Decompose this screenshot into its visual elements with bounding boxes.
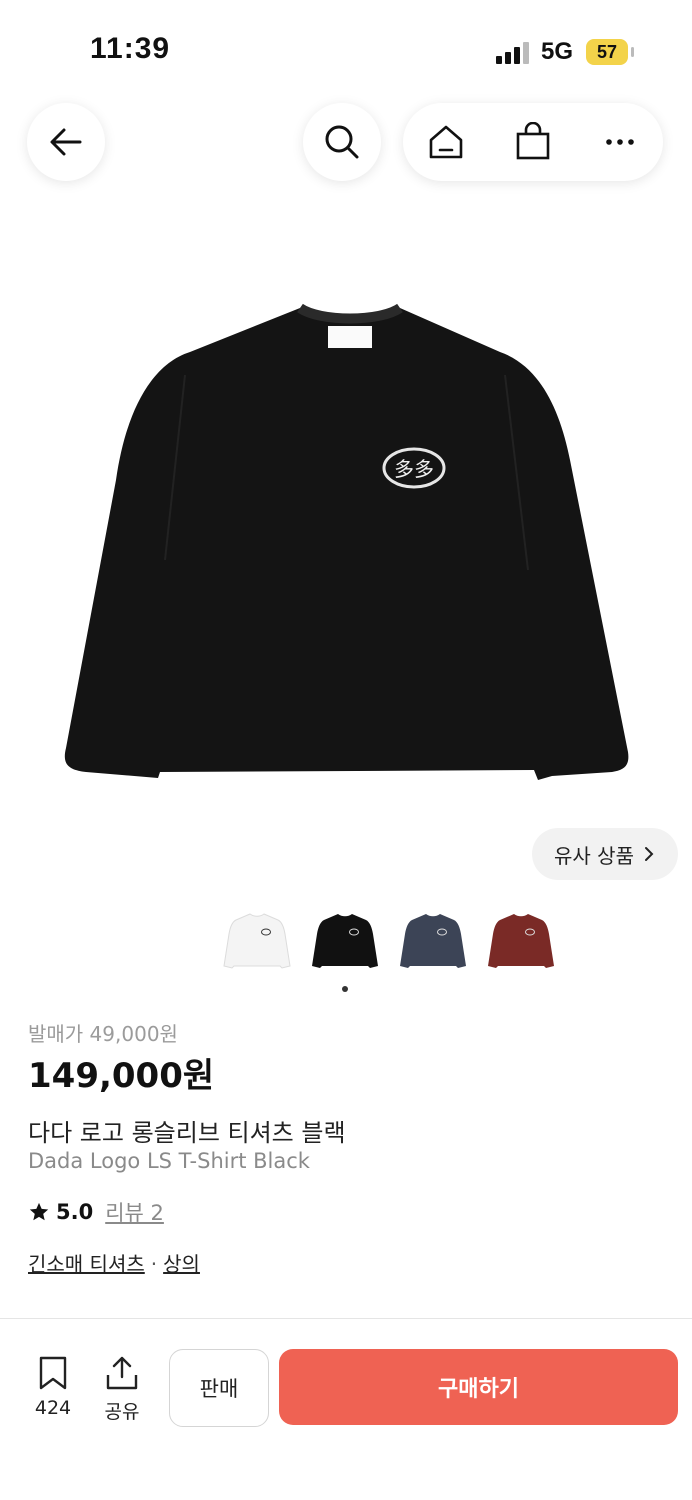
nav-button-group [403,103,663,181]
divider [0,1318,692,1319]
category-link-long-sleeve[interactable]: 긴소매 티셔츠 [28,1252,145,1276]
variant-thumbnails [220,905,558,975]
shirt-thumbnail-icon [488,914,554,968]
similar-products-button[interactable]: 유사 상품 [532,828,678,880]
search-button[interactable] [303,103,381,181]
similar-products-label: 유사 상품 [554,843,634,868]
status-time: 11:39 [90,32,171,65]
back-button[interactable] [27,103,105,181]
home-button[interactable] [416,112,476,172]
buy-button[interactable]: 구매하기 [279,1349,678,1425]
category-link-tops[interactable]: 상의 [163,1252,200,1276]
chevron-right-icon [644,847,654,861]
product-image[interactable]: 多多 [0,240,692,840]
rating-score: 5.0 [56,1200,94,1224]
variant-thumbnail[interactable] [484,905,558,975]
sell-button[interactable]: 판매 [169,1349,269,1427]
carousel-indicator [342,986,348,992]
category-breadcrumb: 긴소매 티셔츠 · 상의 [28,1248,200,1277]
shirt-thumbnail-icon [312,914,378,968]
bookmark-count: 424 [34,1397,72,1419]
price: 149,000원 [28,1056,215,1096]
rating-row: 5.0 리뷰 2 [28,1197,164,1227]
variant-thumbnail[interactable] [220,905,294,975]
release-price: 발매가 49,000원 [28,1022,178,1046]
reviews-link[interactable]: 리뷰 2 [105,1197,164,1227]
product-name-korean: 다다 로고 롱슬리브 티셔츠 블랙 [28,1119,346,1147]
more-icon [605,139,634,145]
share-button[interactable]: 공유 [94,1355,150,1424]
logo-text: 多多 [394,457,434,481]
shopping-bag-icon [516,122,550,160]
search-icon [325,125,359,159]
shirt-thumbnail-icon [400,914,466,968]
bag-button[interactable] [503,112,563,172]
home-icon [430,125,463,159]
status-bar: 11:39 5G 57 [0,0,692,100]
shirt-thumbnail-icon [223,913,291,969]
signal-icon [496,42,529,64]
variant-thumbnail[interactable] [396,905,470,975]
bookmark-icon [39,1356,67,1390]
more-button[interactable] [590,112,650,172]
battery-tip [631,47,634,57]
variant-thumbnail[interactable] [308,905,382,975]
product-name-english: Dada Logo LS T-Shirt Black [28,1149,310,1173]
neck-label [328,326,372,348]
arrow-left-icon [50,128,82,156]
share-icon [106,1356,138,1390]
battery-indicator: 57 [586,39,628,65]
bookmark-button[interactable]: 424 [25,1355,81,1419]
network-label: 5G [541,38,574,65]
share-label: 공유 [104,1401,140,1423]
star-icon [29,1202,49,1221]
category-separator: · [150,1252,158,1276]
